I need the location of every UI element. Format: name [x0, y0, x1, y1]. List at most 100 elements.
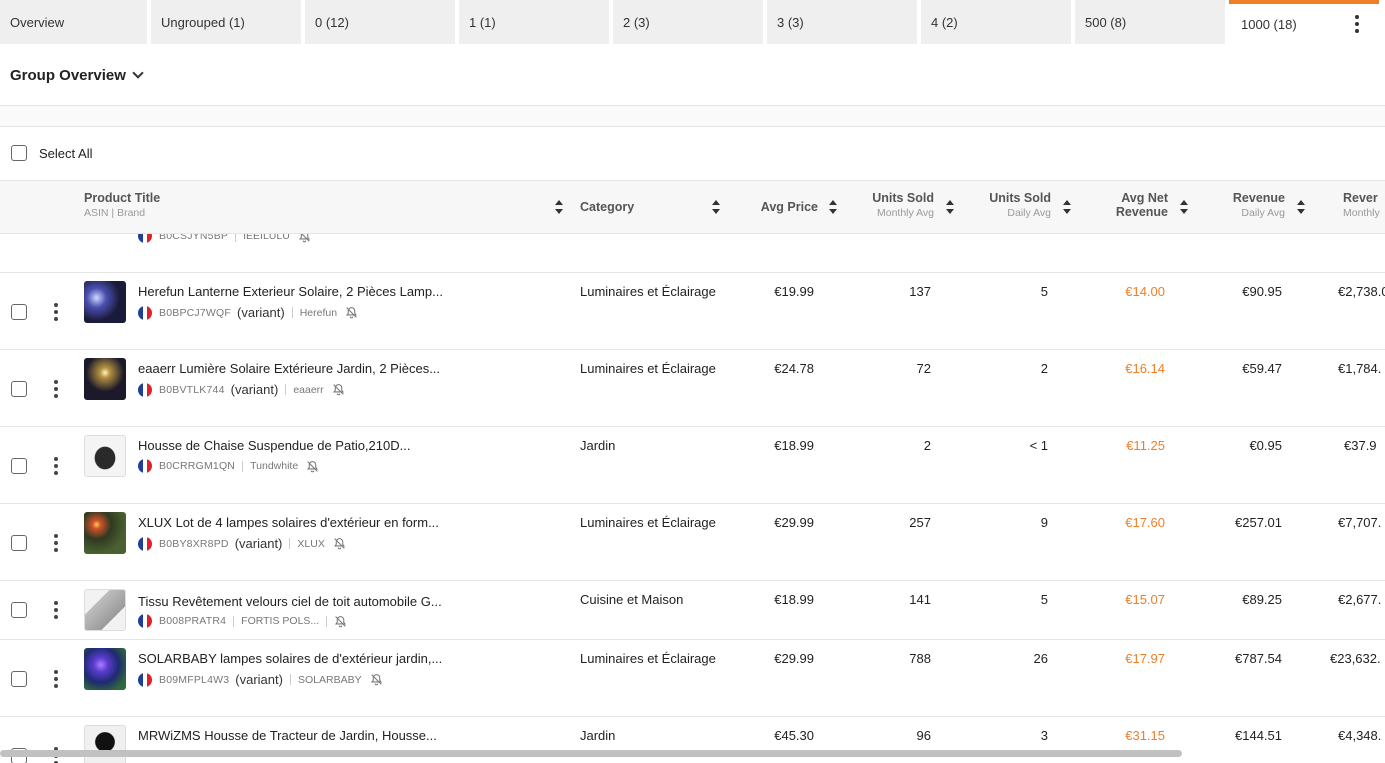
- col-units-sold-daily[interactable]: Units Sold Daily Avg: [970, 191, 1051, 219]
- col-category[interactable]: Category: [580, 200, 634, 214]
- row-checkbox[interactable]: [11, 671, 27, 687]
- sort-icon[interactable]: [1063, 200, 1071, 214]
- row-menu-icon[interactable]: [54, 601, 58, 619]
- table-row[interactable]: Housse de Chaise Suspendue de Patio,210D…: [0, 427, 1385, 504]
- tab-group-1000[interactable]: 1000 (18): [1229, 0, 1379, 44]
- units-monthly-cell: 141: [909, 592, 931, 607]
- tab-group-0[interactable]: 0 (12): [305, 0, 455, 44]
- row-menu-icon[interactable]: [54, 670, 58, 688]
- asin-link[interactable]: B09MFPL4W3: [159, 674, 229, 686]
- revenue-monthly-cell: €23,632.: [1330, 651, 1381, 666]
- select-all[interactable]: Select All: [11, 145, 92, 161]
- col-units-sold-monthly[interactable]: Units Sold Monthly Avg: [850, 191, 934, 219]
- bell-off-icon[interactable]: [370, 673, 383, 686]
- variant-label: (variant): [230, 382, 279, 397]
- sort-icon[interactable]: [946, 200, 954, 214]
- product-title[interactable]: XLUX Lot de 4 lampes solaires d'extérieu…: [138, 515, 439, 530]
- asin-link[interactable]: B0BY8XR8PD: [159, 538, 229, 550]
- asin-link[interactable]: B0CSJYN5BP: [159, 234, 228, 242]
- sort-icon[interactable]: [1180, 200, 1188, 214]
- revenue-monthly-cell: €37.9: [1344, 438, 1377, 453]
- row-menu-icon[interactable]: [54, 457, 58, 475]
- avg-price-cell: €18.99: [774, 592, 814, 607]
- product-title[interactable]: Housse de Chaise Suspendue de Patio,210D…: [138, 438, 410, 453]
- horizontal-scrollbar[interactable]: [0, 750, 1182, 757]
- avg-net-revenue-cell: €16.14: [1125, 361, 1165, 376]
- tab-group-3[interactable]: 3 (3): [767, 0, 917, 44]
- tab-menu-icon[interactable]: [1355, 15, 1359, 33]
- bell-off-icon[interactable]: [332, 383, 345, 396]
- row-checkbox[interactable]: [11, 602, 27, 618]
- units-daily-cell: 26: [1033, 651, 1048, 666]
- row-menu-icon[interactable]: [54, 303, 58, 321]
- asin-link[interactable]: B008PRATR4: [159, 615, 226, 627]
- col-avg-net-revenue[interactable]: Avg Net Revenue: [1090, 191, 1168, 219]
- category-cell: Jardin: [580, 438, 616, 453]
- sort-icon[interactable]: [712, 200, 720, 214]
- product-image: [84, 281, 126, 323]
- revenue-daily-cell: €59.47: [1242, 361, 1282, 376]
- sort-icon[interactable]: [829, 200, 837, 214]
- row-checkbox[interactable]: [11, 535, 27, 551]
- product-title[interactable]: eaaerr Lumière Solaire Extérieure Jardin…: [138, 361, 440, 376]
- brand-label: Tundwhite: [250, 460, 299, 472]
- bell-off-icon[interactable]: [333, 537, 346, 550]
- bell-off-icon[interactable]: [298, 234, 311, 243]
- asin-link[interactable]: B0BPCJ7WQF: [159, 307, 231, 319]
- col-product-title[interactable]: Product Title ASIN | Brand: [84, 191, 160, 219]
- product-title[interactable]: Herefun Lanterne Exterieur Solaire, 2 Pi…: [138, 284, 443, 299]
- avg-price-cell: €19.99: [774, 284, 814, 299]
- brand-label: eaaerr: [293, 383, 324, 396]
- france-flag-icon: [138, 536, 152, 551]
- row-checkbox[interactable]: [11, 458, 27, 474]
- table-row[interactable]: XLUX Lot de 4 lampes solaires d'extérieu…: [0, 504, 1385, 581]
- tab-group-4[interactable]: 4 (2): [921, 0, 1071, 44]
- asin-link[interactable]: B0BVTLK744: [159, 384, 225, 396]
- units-monthly-cell: 2: [923, 438, 931, 453]
- france-flag-icon: [138, 672, 152, 687]
- select-all-checkbox[interactable]: [11, 145, 27, 161]
- col-revenue-daily[interactable]: Revenue Daily Avg: [1210, 191, 1285, 219]
- tab-group-500[interactable]: 500 (8): [1075, 0, 1225, 44]
- row-menu-icon[interactable]: [54, 380, 58, 398]
- units-daily-cell: 5: [1040, 284, 1048, 299]
- table-row[interactable]: SOLARBABY lampes solaires de d'extérieur…: [0, 640, 1385, 717]
- row-checkbox[interactable]: [11, 304, 27, 320]
- brand-label: Herefun: [299, 306, 338, 319]
- bell-off-icon[interactable]: [334, 615, 347, 628]
- category-cell: Luminaires et Éclairage: [580, 361, 716, 376]
- tab-group-1[interactable]: 1 (1): [459, 0, 609, 44]
- col-revenue-monthly[interactable]: Rever Monthly: [1343, 191, 1385, 219]
- category-cell: Luminaires et Éclairage: [580, 284, 716, 299]
- avg-net-revenue-cell: €17.97: [1125, 651, 1165, 666]
- avg-net-revenue-cell: €15.07: [1125, 592, 1165, 607]
- product-title[interactable]: Tissu Revêtement velours ciel de toit au…: [138, 594, 442, 609]
- units-daily-cell: 2: [1040, 361, 1048, 376]
- tab-overview[interactable]: Overview: [0, 0, 147, 44]
- table-row[interactable]: B0CSJYN5BP IEEILULU: [0, 234, 1385, 273]
- sort-icon[interactable]: [555, 200, 563, 214]
- col-avg-price[interactable]: Avg Price: [740, 200, 818, 214]
- table-row[interactable]: Herefun Lanterne Exterieur Solaire, 2 Pi…: [0, 273, 1385, 350]
- table-row[interactable]: eaaerr Lumière Solaire Extérieure Jardin…: [0, 350, 1385, 427]
- group-tabs: Overview Ungrouped (1) 0 (12) 1 (1) 2 (3…: [0, 0, 1385, 45]
- bell-off-icon[interactable]: [306, 460, 319, 473]
- bell-off-icon[interactable]: [345, 306, 358, 319]
- asin-link[interactable]: B0CRRGM1QN: [159, 460, 235, 472]
- avg-price-cell: €45.30: [774, 728, 814, 743]
- row-menu-icon[interactable]: [54, 534, 58, 552]
- group-overview-dropdown[interactable]: Group Overview: [10, 62, 144, 88]
- avg-net-revenue-cell: €17.60: [1125, 515, 1165, 530]
- revenue-daily-cell: €0.95: [1249, 438, 1282, 453]
- tab-group-2[interactable]: 2 (3): [613, 0, 763, 44]
- tab-ungrouped[interactable]: Ungrouped (1): [151, 0, 301, 44]
- brand-label: FORTIS POLS...: [241, 615, 320, 627]
- units-daily-cell: 9: [1040, 515, 1048, 530]
- units-monthly-cell: 96: [916, 728, 931, 743]
- sort-icon[interactable]: [1297, 200, 1305, 214]
- table-row[interactable]: Tissu Revêtement velours ciel de toit au…: [0, 581, 1385, 640]
- product-title[interactable]: SOLARBABY lampes solaires de d'extérieur…: [138, 651, 442, 666]
- product-title[interactable]: MRWiZMS Housse de Tracteur de Jardin, Ho…: [138, 728, 437, 743]
- row-checkbox[interactable]: [11, 381, 27, 397]
- revenue-daily-cell: €257.01: [1235, 515, 1282, 530]
